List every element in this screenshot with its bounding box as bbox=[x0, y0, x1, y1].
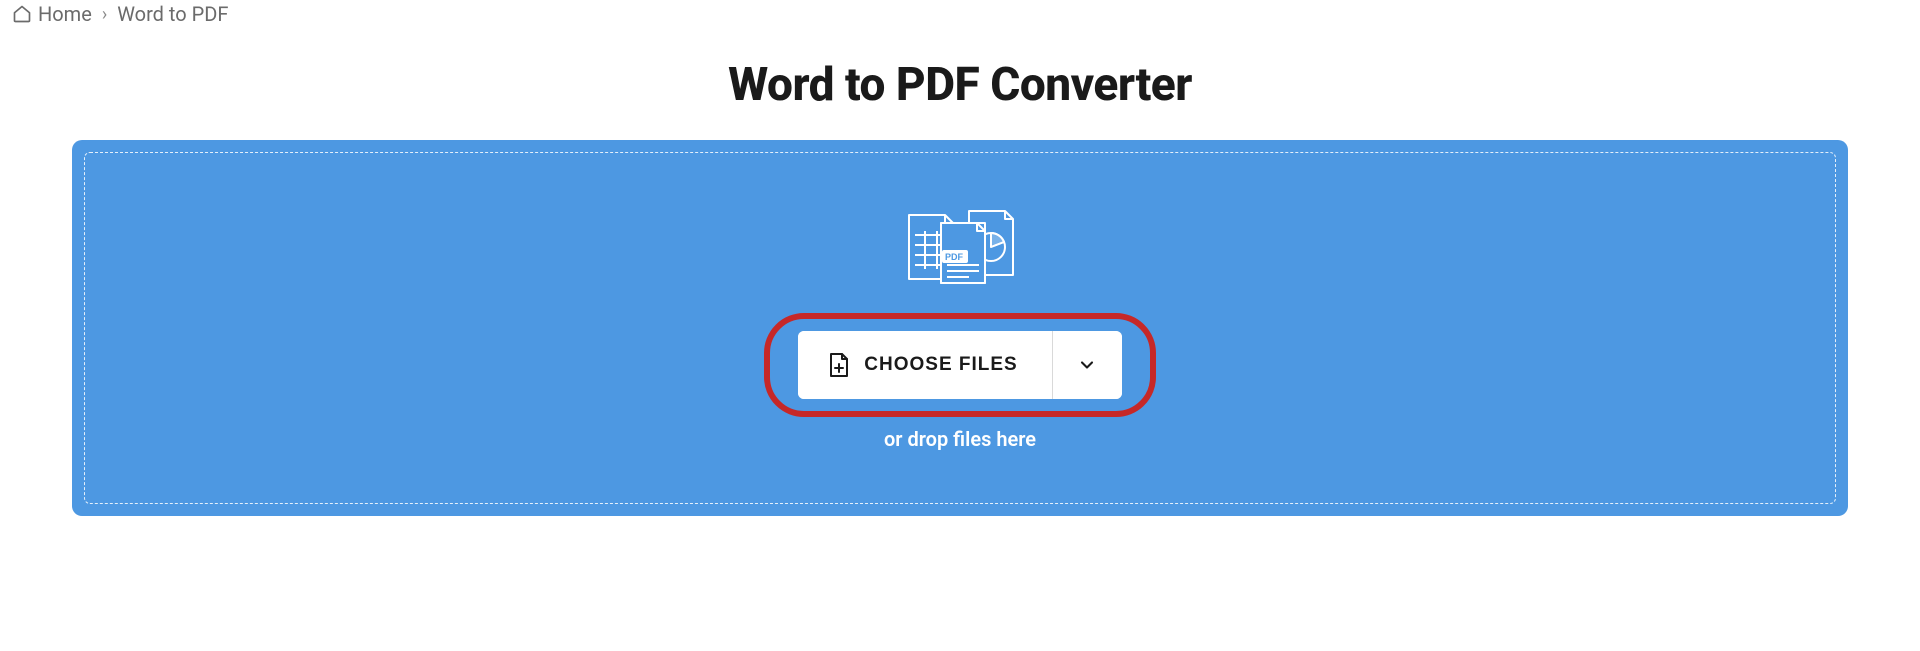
choose-files-group: CHOOSE FILES bbox=[798, 331, 1121, 399]
dropzone-inner: PDF CHOOS bbox=[84, 152, 1836, 504]
choose-files-label: CHOOSE FILES bbox=[864, 354, 1017, 376]
drop-hint-text: or drop files here bbox=[884, 427, 1036, 451]
breadcrumb-current: Word to PDF bbox=[117, 2, 228, 26]
annotation-highlight: CHOOSE FILES bbox=[764, 313, 1155, 417]
breadcrumb-separator: › bbox=[102, 4, 107, 25]
breadcrumb-home-label: Home bbox=[38, 2, 92, 26]
choose-files-dropdown-button[interactable] bbox=[1052, 331, 1122, 399]
home-icon bbox=[12, 4, 32, 24]
choose-files-button[interactable]: CHOOSE FILES bbox=[798, 331, 1051, 399]
breadcrumb: Home › Word to PDF bbox=[0, 0, 1920, 34]
documents-illustration-icon: PDF bbox=[895, 205, 1025, 295]
chevron-down-icon bbox=[1077, 355, 1097, 375]
page-title: Word to PDF Converter bbox=[0, 58, 1920, 112]
file-dropzone[interactable]: PDF CHOOS bbox=[72, 140, 1848, 516]
svg-text:PDF: PDF bbox=[945, 252, 964, 262]
file-add-icon bbox=[828, 352, 850, 378]
breadcrumb-home-link[interactable]: Home bbox=[12, 2, 92, 26]
